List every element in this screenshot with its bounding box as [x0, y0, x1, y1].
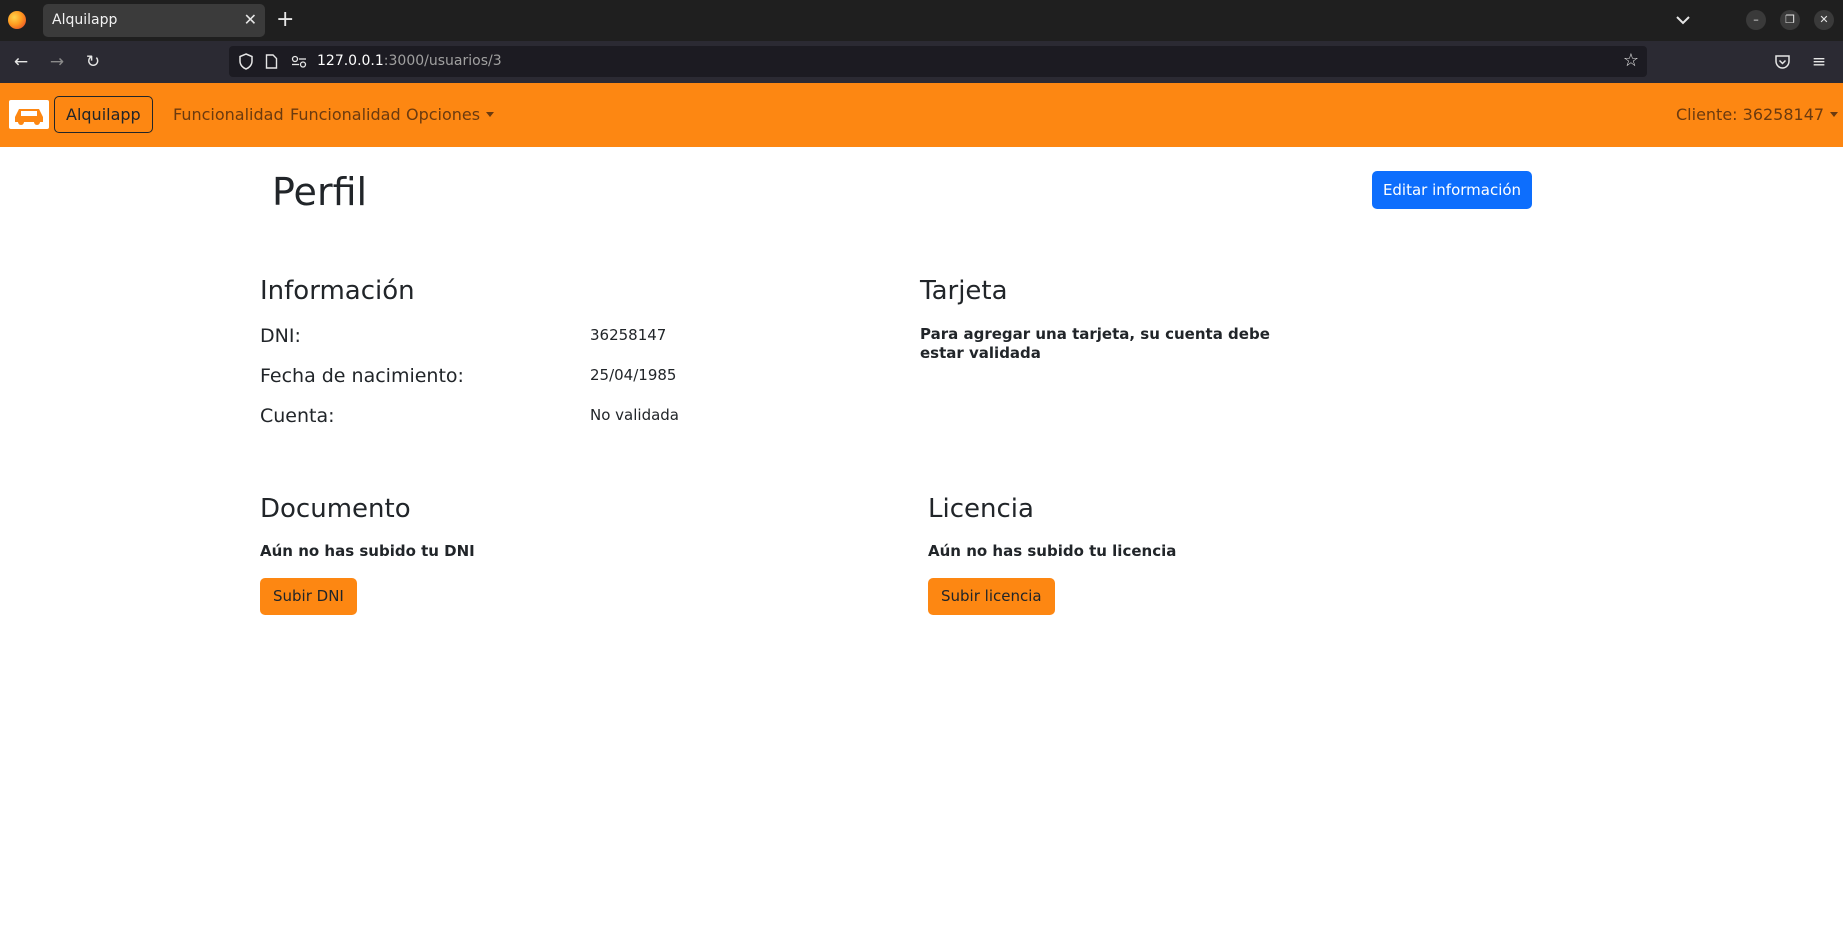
address-bar[interactable]: 127.0.0.1:3000/usuarios/3 ☆: [229, 46, 1647, 77]
app-navbar: Alquilapp Funcionalidad Funcionalidad Op…: [0, 83, 1843, 147]
forward-icon[interactable]: →: [45, 50, 69, 74]
tarjeta-message-line2: estar validada: [920, 344, 1041, 362]
tab-title: Alquilapp: [52, 12, 118, 28]
upload-license-button[interactable]: Subir licencia: [928, 578, 1055, 615]
tarjeta-message-line1: Para agregar una tarjeta, su cuenta debe: [920, 325, 1270, 343]
pocket-icon[interactable]: [1774, 54, 1791, 70]
url-path: :3000/usuarios/3: [383, 53, 502, 69]
page-icon: [265, 54, 278, 69]
caret-down-icon: [486, 112, 495, 117]
page-title: Perfil: [272, 170, 368, 214]
firefox-icon: [8, 11, 26, 29]
informacion-heading: Información: [260, 276, 415, 306]
cuenta-value: No validada: [590, 406, 679, 424]
dni-label: DNI:: [260, 325, 301, 347]
edit-info-button[interactable]: Editar información: [1372, 171, 1532, 209]
bookmark-star-icon[interactable]: ☆: [1623, 49, 1639, 73]
nav-link-funcionalidad-1[interactable]: Funcionalidad: [173, 105, 284, 125]
upload-dni-button[interactable]: Subir DNI: [260, 578, 357, 615]
menu-icon[interactable]: ≡: [1807, 50, 1831, 74]
browser-tab[interactable]: Alquilapp ✕: [43, 4, 265, 37]
brand-button[interactable]: Alquilapp: [54, 96, 153, 133]
cuenta-label: Cuenta:: [260, 405, 335, 427]
opciones-label: Opciones: [406, 105, 481, 124]
birthdate-label: Fecha de nacimiento:: [260, 365, 464, 387]
nav-link-funcionalidad-2[interactable]: Funcionalidad: [290, 105, 401, 125]
nav-dropdown-opciones[interactable]: Opciones: [406, 105, 495, 125]
browser-toolbar: ← → ↻ 127.0.0.1:3000/usuarios/3 ☆ ≡: [0, 41, 1843, 83]
back-icon[interactable]: ←: [9, 50, 33, 74]
user-menu-dropdown[interactable]: Cliente: 36258147: [1676, 105, 1839, 125]
restore-icon[interactable]: ❐: [1780, 10, 1800, 30]
url-host: 127.0.0.1: [317, 53, 384, 69]
browser-tab-bar: Alquilapp ✕ + – ❐ ✕: [0, 0, 1843, 41]
car-icon: [15, 109, 43, 125]
documento-heading: Documento: [260, 494, 411, 524]
close-icon[interactable]: ✕: [244, 10, 257, 30]
url-text[interactable]: 127.0.0.1:3000/usuarios/3: [317, 53, 502, 69]
car-logo-icon[interactable]: [9, 100, 49, 129]
birthdate-value: 25/04/1985: [590, 366, 677, 384]
chevron-down-icon[interactable]: [1672, 9, 1694, 31]
documento-message: Aún no has subido tu DNI: [260, 542, 475, 560]
minimize-icon[interactable]: –: [1746, 10, 1766, 30]
dni-value: 36258147: [590, 326, 667, 344]
window-close-icon[interactable]: ✕: [1814, 10, 1834, 30]
caret-down-icon: [1830, 112, 1839, 117]
licencia-heading: Licencia: [928, 494, 1034, 524]
permissions-icon[interactable]: [291, 55, 307, 68]
tarjeta-heading: Tarjeta: [920, 276, 1008, 306]
shield-icon: [239, 53, 253, 70]
licencia-message: Aún no has subido tu licencia: [928, 542, 1177, 560]
user-menu-label: Cliente: 36258147: [1676, 105, 1825, 124]
new-tab-icon[interactable]: +: [276, 7, 294, 33]
reload-icon[interactable]: ↻: [81, 50, 105, 74]
